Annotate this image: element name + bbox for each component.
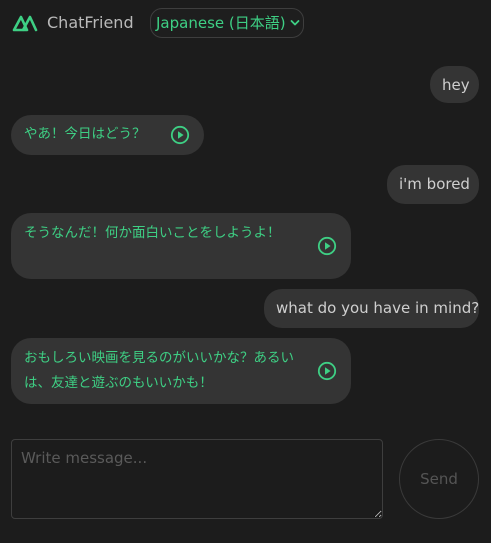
message-text: i'm bored (399, 175, 470, 193)
message-input[interactable] (11, 439, 383, 519)
message-text: そうなんだ！何か面白いことをしようよ！ (24, 225, 281, 241)
app-brand: ChatFriend (47, 13, 134, 32)
bot-message: おもしろい映画を見るのがいいかな？あるいは、友達と遊ぶのもいいかも！ (11, 338, 351, 404)
language-select-value: Japanese (日本語) (156, 14, 286, 32)
bot-message: そうなんだ！何か面白いことをしようよ！ (11, 213, 351, 279)
user-message: hey (430, 66, 479, 103)
user-message: i'm bored (387, 165, 479, 204)
message-text: おもしろい映画を見るのがいいかな？あるいは、友達と遊ぶのもいいかも！ (24, 350, 294, 391)
message-text: hey (442, 76, 470, 94)
play-circle-icon[interactable] (170, 125, 190, 145)
chatfriend-logo-icon (12, 15, 38, 32)
bot-message: やあ！今日はどう？ (11, 115, 204, 155)
user-message: what do you have in mind? (264, 289, 479, 328)
chevron-down-icon (290, 20, 300, 26)
send-button[interactable]: Send (399, 439, 479, 519)
play-circle-icon[interactable] (317, 361, 337, 381)
language-select[interactable]: Japanese (日本語) (150, 8, 304, 38)
play-circle-icon[interactable] (317, 236, 337, 256)
message-text: what do you have in mind? (276, 299, 480, 317)
chat-app: ChatFriend Japanese (日本語) hey やあ！今日はどう？ … (0, 0, 491, 543)
message-text: やあ！今日はどう？ (24, 126, 146, 142)
header: ChatFriend Japanese (日本語) (0, 0, 491, 46)
